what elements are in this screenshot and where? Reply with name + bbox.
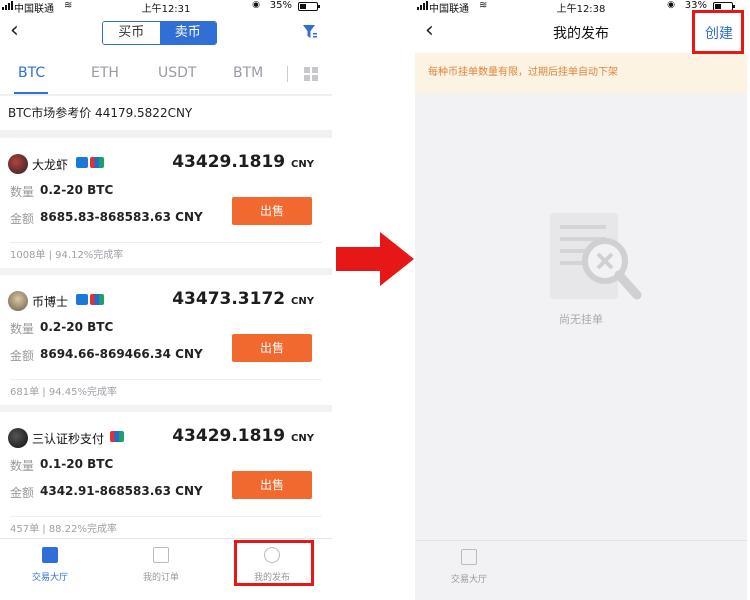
document-icon — [153, 547, 169, 563]
orientation-lock-icon: ◉ — [667, 0, 675, 10]
merchant-stats: 1008单 | 94.12%完成率 — [10, 242, 322, 268]
merchant-name[interactable]: 大龙虾 — [32, 156, 68, 173]
tab-sell[interactable]: 卖币 — [159, 22, 216, 44]
merchant-name[interactable]: 币博士 — [32, 293, 68, 310]
listing-card: 币博士 43473.3172 CNY 数量 0.2-20 BTC 金额 8694… — [0, 275, 332, 405]
quantity-label: 数量 — [10, 185, 35, 199]
empty-state: 尚无挂单 — [415, 93, 747, 540]
sell-button[interactable]: 出售 — [232, 197, 312, 225]
amount-label: 金额 — [10, 486, 35, 500]
sell-button[interactable]: 出售 — [232, 471, 312, 499]
highlight-box — [692, 10, 744, 54]
nav-label: 交易大厅 — [450, 575, 487, 585]
alipay-icon — [76, 294, 88, 305]
tab-btm[interactable]: BTM — [233, 65, 263, 81]
amount-value: 8685.83-868583.63 CNY — [40, 210, 203, 224]
tab-usdt[interactable]: USDT — [158, 65, 196, 81]
quantity-label: 数量 — [10, 459, 35, 473]
merchant-stats: 681单 | 94.45%完成率 — [10, 379, 322, 405]
unit-price: 43429.1819 CNY — [172, 426, 314, 446]
nav-trading-hall[interactable]: 交易大厅 — [0, 547, 100, 583]
unit-price: 43429.1819 CNY — [172, 152, 314, 172]
unionpay-icon — [90, 157, 104, 168]
grid-menu-icon[interactable] — [304, 67, 318, 81]
avatar — [8, 154, 28, 174]
unit-price: 43473.3172 CNY — [172, 289, 314, 309]
highlight-box — [234, 540, 314, 586]
nav-label: 交易大厅 — [31, 573, 68, 583]
amount-value: 8694.66-869466.34 CNY — [40, 347, 203, 361]
avatar — [8, 291, 28, 311]
tab-divider — [287, 66, 288, 82]
nav-bar: ‹ 买币 卖币 — [0, 13, 332, 53]
transition-arrow-icon — [336, 232, 414, 286]
alipay-icon — [76, 157, 88, 168]
orientation-lock-icon: ◉ — [252, 0, 260, 10]
quantity-value: 0.2-20 BTC — [40, 183, 114, 197]
empty-message: 尚无挂单 — [559, 313, 603, 326]
listing-card: 三认证秒支付 43429.1819 CNY 数量 0.1-20 BTC 金额 4… — [0, 412, 332, 542]
right-screen: 中国联通 ≋ 上午12:38 ◉ 33% ‹ 我的发布 创建 每种币挂单数量有限… — [415, 0, 747, 600]
buy-sell-toggle: 买币 卖币 — [102, 21, 217, 45]
unionpay-icon — [90, 294, 104, 305]
sell-button[interactable]: 出售 — [232, 334, 312, 362]
amount-label: 金额 — [10, 349, 35, 363]
unionpay-icon — [110, 431, 124, 442]
active-tab-indicator — [14, 92, 48, 94]
status-bar: 中国联通 ≋ 上午12:31 ◉ 35% — [0, 0, 332, 15]
tab-btc[interactable]: BTC — [18, 65, 45, 81]
amount-value: 4342.91-868583.63 CNY — [40, 484, 203, 498]
listing-card: 大龙虾 43429.1819 CNY 数量 0.2-20 BTC 金额 8685… — [0, 138, 332, 268]
tab-eth[interactable]: ETH — [91, 65, 119, 81]
left-screen: 中国联通 ≋ 上午12:31 ◉ 35% ‹ 买币 卖币 BTC ETH USD… — [0, 0, 332, 600]
coin-tabs: BTC ETH USDT BTM — [0, 53, 332, 95]
avatar — [8, 428, 28, 448]
amount-label: 金额 — [10, 212, 35, 226]
battery-percent: 35% — [269, 0, 292, 11]
quantity-value: 0.2-20 BTC — [40, 320, 114, 334]
nav-trading-hall[interactable]: 交易大厅 — [419, 549, 519, 585]
quantity-label: 数量 — [10, 322, 35, 336]
chart-icon — [461, 549, 477, 565]
merchant-name[interactable]: 三认证秒支付 — [32, 430, 104, 447]
quantity-value: 0.1-20 BTC — [40, 457, 114, 471]
back-icon[interactable]: ‹ — [10, 19, 19, 43]
nav-label: 我的订单 — [142, 573, 179, 583]
reference-price: BTC市场参考价 44179.5822CNY — [0, 96, 332, 130]
battery-icon — [298, 2, 320, 11]
notice-banner: 每种币挂单数量有限，过期后挂单自动下架 — [415, 53, 747, 93]
filter-icon[interactable] — [302, 23, 318, 41]
tab-buy[interactable]: 买币 — [103, 22, 160, 44]
nav-my-orders[interactable]: 我的订单 — [111, 547, 211, 583]
bottom-nav: 交易大厅 — [415, 540, 747, 600]
empty-document-search-icon — [550, 213, 642, 300]
chart-icon — [42, 547, 58, 563]
